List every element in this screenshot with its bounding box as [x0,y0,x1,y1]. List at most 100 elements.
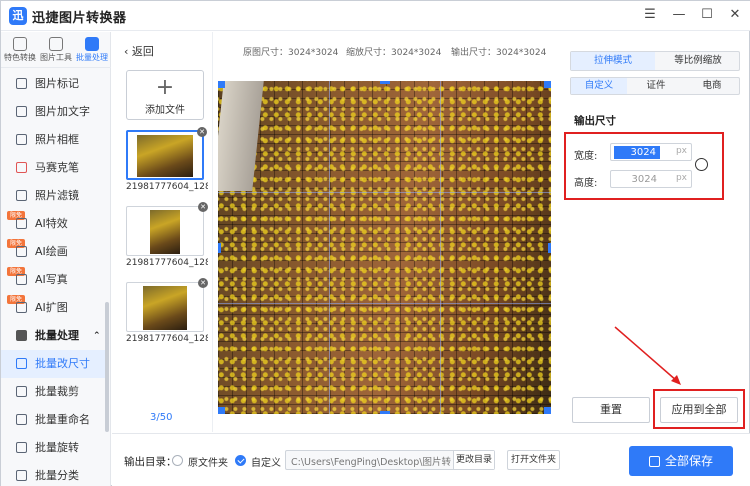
sidebar-section-batch[interactable]: 批量处理 ⌃ [1,322,105,350]
frame-icon [16,134,27,145]
height-label: 高度: [574,178,598,189]
reset-button[interactable]: 重置 [572,397,650,423]
resize-icon [16,358,27,369]
sidebar-item-label: 批量改尺寸 [35,357,90,370]
sidebar-item-label: 照片相框 [35,133,79,146]
output-path-field[interactable]: C:\Users\FengPing\Desktop\图片转换 更改目录 [285,450,495,470]
mark-icon [16,78,27,89]
rotate-icon [16,442,27,453]
tab-stretch-mode[interactable]: 拉伸模式 [571,52,655,70]
sidebar-item-ai-expand[interactable]: 限免 AI扩图 [1,294,105,322]
remove-file-icon[interactable]: ✕ [198,278,208,288]
menu-icon[interactable]: ☰ [638,4,662,26]
remove-file-icon[interactable]: ✕ [197,127,207,137]
tab-id-photo[interactable]: 证件 [628,78,684,94]
tab-proportional-scale[interactable]: 等比例缩放 [656,52,740,70]
option-original-label: 原文件夹 [188,458,228,469]
sidebar-item-label: AI写真 [35,273,68,286]
open-folder-button[interactable]: 打开文件夹 [507,450,560,470]
grid-line [218,303,551,304]
tab-custom[interactable]: 自定义 [571,78,627,94]
preview-photo [218,81,551,414]
sidebar-item-filter[interactable]: 照片滤镜 [1,182,105,210]
remove-file-icon[interactable]: ✕ [198,202,208,212]
sidebar-item-mosaic[interactable]: 马赛克笔 [1,154,105,182]
sidebar-item-ai-effects[interactable]: 限免 AI特效 [1,210,105,238]
tab-label: 图片工具 [40,53,72,62]
output-path: C:\Users\FengPing\Desktop\图片转换 [291,457,451,468]
sidebar-item-image-mark[interactable]: 图片标记 [1,70,105,98]
chevron-left-icon: ‹ [124,45,132,58]
back-label: 返回 [131,45,154,58]
apply-all-button[interactable]: 应用到全部 [660,397,738,423]
crop-handle[interactable] [380,81,390,84]
file-thumb[interactable]: ✕ [126,127,207,180]
tab-batch-process[interactable]: 批量处理 [74,35,110,67]
sidebar-item-photo-frame[interactable]: 照片相框 [1,126,105,154]
sidebar: 特色转换 图片工具 批量处理 图片标记 图片加文字 照片相框 马赛克笔 照片滤镜… [1,32,111,486]
change-dir-button[interactable]: 更改目录 [453,451,494,469]
crop-handle[interactable] [548,243,551,253]
minimize-button[interactable]: — [667,4,691,26]
grid-line [218,192,551,193]
radio-original-folder[interactable] [172,455,183,466]
crop-icon [16,386,27,397]
sidebar-scrollbar[interactable] [105,302,109,432]
crop-handle[interactable] [380,411,390,414]
file-name: 21981777604_1282... [126,258,208,268]
app-window: 迅 迅捷图片转换器 ☰ — ☐ ✕ 特色转换 图片工具 批量处理 图片标记 图片… [0,0,750,486]
back-button[interactable]: ‹ 返回 [124,43,154,59]
sidebar-item-label: 批量重命名 [35,413,90,426]
sidebar-item-batch-resize[interactable]: 批量改尺寸 [1,350,105,378]
sidebar-item-batch-classify[interactable]: 批量分类 [1,462,105,486]
tab-ecommerce[interactable]: 电商 [684,78,740,94]
width-field[interactable]: 3024 px [610,143,692,161]
output-dir-label: 输出目录： [124,456,177,468]
download-icon [648,456,660,467]
sidebar-item-label: 批量裁剪 [35,385,79,398]
bottom-bar: 输出目录： 原文件夹 自定义 C:\Users\FengPing\Desktop… [112,433,750,486]
crop-handle[interactable] [544,407,551,414]
sidebar-item-add-text[interactable]: 图片加文字 [1,98,105,126]
radio-custom-folder[interactable] [235,455,246,466]
sidebar-item-label: 图片加文字 [35,105,90,118]
add-file-button[interactable]: + 添加文件 [126,70,204,120]
unit-label: px [675,146,687,156]
crop-handle[interactable] [218,407,225,414]
tab-label: 批量处理 [76,53,108,62]
batch-icon [85,37,99,51]
sidebar-item-batch-rotate[interactable]: 批量旋转 [1,434,105,462]
lock-icon[interactable] [695,158,708,171]
maximize-button[interactable]: ☐ [695,4,719,26]
tab-image-tools[interactable]: 图片工具 [38,35,74,67]
file-thumb[interactable]: ✕ [126,202,208,256]
sidebar-item-label: AI特效 [35,217,68,230]
sidebar-item-label: 图片标记 [35,77,79,90]
sidebar-item-batch-rename[interactable]: 批量重命名 [1,406,105,434]
thumb-image [150,210,180,254]
output-size-info: 输出尺寸：3024*3024 [451,48,547,58]
scaled-size-info: 缩放尺寸：3024*3024 [346,48,442,58]
section-label: 批量处理 [35,329,79,342]
height-value: 3024 [631,174,657,185]
sidebar-item-ai-paint[interactable]: 限免 AI绘画 [1,238,105,266]
crop-handle[interactable] [218,81,225,88]
sidebar-item-batch-crop[interactable]: 批量裁剪 [1,378,105,406]
text-icon [16,106,27,117]
save-all-button[interactable]: 全部保存 [629,446,733,476]
file-thumb[interactable]: ✕ [126,278,208,332]
crop-handle[interactable] [544,81,551,88]
height-field[interactable]: 3024 px [610,170,692,188]
page-indicator: 3/50 [150,412,173,423]
sidebar-item-label: 马赛克笔 [35,161,79,174]
sidebar-item-label: AI扩图 [35,301,68,314]
sidebar-item-ai-portrait[interactable]: 限免 AI写真 [1,266,105,294]
tab-feature-convert[interactable]: 特色转换 [2,35,38,67]
sidebar-item-label: 照片滤镜 [35,189,79,202]
close-button[interactable]: ✕ [723,4,747,26]
ai-expand-icon [16,302,27,313]
image-preview[interactable] [218,81,551,414]
grid-line [329,81,330,414]
crop-handle[interactable] [218,243,221,253]
file-list: ‹ 返回 + 添加文件 ✕ 21981777604_1282... ✕ 21981… [112,32,213,432]
